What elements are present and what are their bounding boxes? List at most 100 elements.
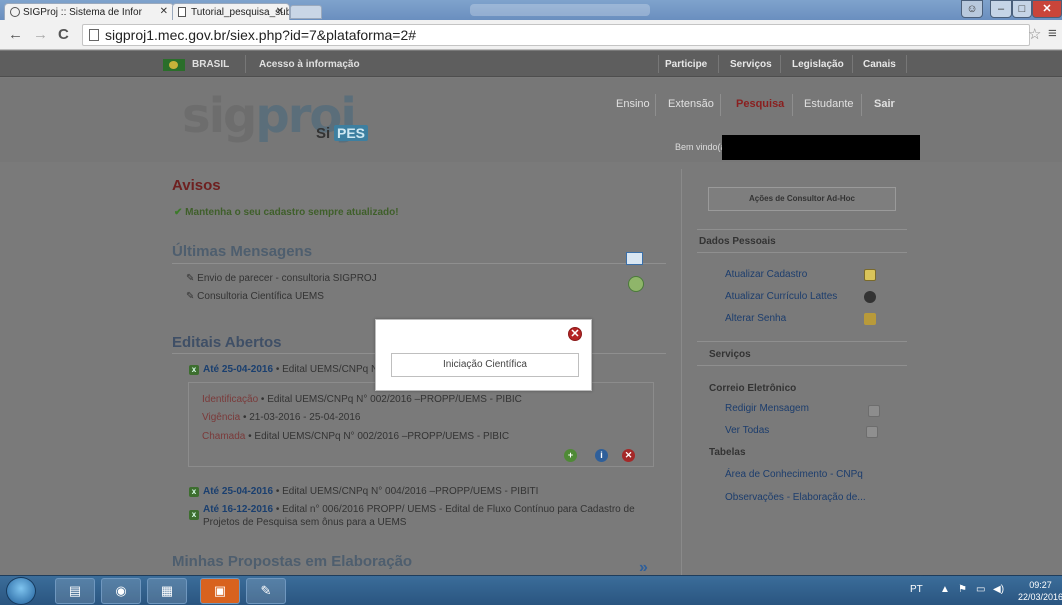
delete-icon[interactable]: ✕ bbox=[622, 449, 635, 462]
brasil-link[interactable]: BRASIL bbox=[192, 59, 229, 70]
flag-tray-icon[interactable]: ⚑ bbox=[958, 584, 967, 595]
mensagem-item[interactable]: ✎ Envio de parecer - consultoria SIGPROJ bbox=[186, 273, 377, 284]
gov-link-legislacao[interactable]: Legislação bbox=[792, 59, 844, 70]
bookmark-star-icon[interactable]: ☆ bbox=[1028, 25, 1041, 43]
browser-tab-bar: SIGProj :: Sistema de Infor ✕ Tutorial_p… bbox=[0, 0, 1062, 20]
clock[interactable]: 09:27 22/03/2016 bbox=[1018, 579, 1062, 603]
atualizar-lattes-link[interactable]: Atualizar Currículo Lattes bbox=[725, 291, 837, 302]
nav-ensino[interactable]: Ensino bbox=[616, 98, 650, 110]
tab-sigproj[interactable]: SIGProj :: Sistema de Infor ✕ bbox=[4, 3, 174, 20]
aviso-item: ✔ Mantenha o seu cadastro sempre atualiz… bbox=[174, 207, 399, 218]
cham-value: • Edital UEMS/CNPq N° 002/2016 –PROPP/UE… bbox=[245, 431, 510, 442]
mensagem-text: Consultoria Científica UEMS bbox=[197, 291, 324, 302]
envelope-icon[interactable] bbox=[866, 426, 878, 438]
id-card-icon[interactable] bbox=[864, 269, 876, 281]
edital-text: • Edital UEMS/CNPq N° 004/2016 –PROPP/UE… bbox=[273, 486, 539, 497]
info-icon[interactable]: i bbox=[595, 449, 608, 462]
excel-icon[interactable]: x bbox=[189, 510, 199, 520]
nav-estudante[interactable]: Estudante bbox=[804, 98, 854, 110]
user-icon[interactable]: ☺ bbox=[961, 0, 983, 18]
divider bbox=[697, 252, 907, 253]
close-tab-icon[interactable]: ✕ bbox=[160, 6, 168, 17]
network-icon[interactable]: ▭ bbox=[976, 584, 985, 595]
language-indicator[interactable]: PT bbox=[910, 584, 923, 595]
start-button-icon[interactable] bbox=[6, 577, 36, 605]
page-icon bbox=[89, 29, 99, 41]
servicos-title: Serviços bbox=[709, 349, 751, 360]
correio-title: Correio Eletrônico bbox=[709, 383, 797, 394]
avisos-title: Avisos bbox=[172, 177, 221, 194]
divider bbox=[861, 94, 862, 116]
mensagem-item[interactable]: ✎ Consultoria Científica UEMS bbox=[186, 291, 324, 302]
ver-todas-link[interactable]: Ver Todas bbox=[725, 425, 769, 436]
acesso-link[interactable]: Acesso à informação bbox=[259, 59, 360, 70]
divider bbox=[697, 365, 907, 366]
vig-label: Vigência bbox=[202, 412, 241, 423]
explorer-icon[interactable]: ▤ bbox=[55, 578, 95, 604]
selection-modal: ✕ Iniciação Científica bbox=[375, 319, 592, 391]
close-tab-icon[interactable]: ✕ bbox=[276, 6, 284, 17]
minimize-button[interactable]: ‒ bbox=[990, 0, 1012, 18]
compose-icon[interactable] bbox=[868, 405, 880, 417]
divider bbox=[720, 94, 721, 116]
gov-link-servicos[interactable]: Serviços bbox=[730, 59, 772, 70]
divider bbox=[852, 55, 853, 73]
gov-link-participe[interactable]: Participe bbox=[665, 59, 707, 70]
reload-icon[interactable]: C bbox=[58, 26, 69, 43]
vig-value: • 21-03-2016 - 25-04-2016 bbox=[240, 412, 361, 423]
refresh-messages-icon[interactable] bbox=[628, 276, 644, 292]
pdf-icon[interactable]: ▣ bbox=[200, 578, 240, 604]
iniciacao-cientifica-button[interactable]: Iniciação Científica bbox=[391, 353, 579, 377]
divider bbox=[780, 55, 781, 73]
document-app-icon[interactable]: ▦ bbox=[147, 578, 187, 604]
atualizar-cadastro-link[interactable]: Atualizar Cadastro bbox=[725, 269, 807, 280]
close-modal-icon[interactable]: ✕ bbox=[568, 327, 582, 341]
edital-item[interactable]: Até 16-12-2016 • Edital n° 006/2016 PROP… bbox=[203, 504, 635, 515]
double-chevron-right-icon[interactable]: » bbox=[639, 559, 648, 575]
edital-deadline: Até 25-04-2016 bbox=[203, 486, 274, 497]
checkmark-icon: ✔ bbox=[174, 207, 183, 218]
nav-pesquisa[interactable]: Pesquisa bbox=[736, 98, 784, 110]
divider bbox=[906, 55, 907, 73]
edital-item[interactable]: Até 25-04-2016 • Edital UEMS/CNPq N° 004… bbox=[203, 486, 538, 497]
add-proposal-icon[interactable]: + bbox=[564, 449, 577, 462]
volume-icon[interactable]: ◀) bbox=[993, 584, 1004, 595]
menu-icon[interactable]: ≡ bbox=[1048, 25, 1057, 42]
back-arrow-icon[interactable]: ← bbox=[8, 26, 23, 43]
lattes-icon[interactable] bbox=[864, 291, 876, 303]
forward-arrow-icon[interactable]: → bbox=[33, 26, 48, 43]
gov-bar: BRASIL Acesso à informação Participe Ser… bbox=[0, 51, 1062, 77]
edital-deadline: Até 16-12-2016 bbox=[203, 504, 274, 515]
paint-icon[interactable]: ✎ bbox=[246, 578, 286, 604]
propostas-title: Minhas Propostas em Elaboração bbox=[172, 553, 413, 570]
observacoes-link[interactable]: Observações - Elaboração de... bbox=[725, 492, 866, 503]
close-window-button[interactable]: ✕ bbox=[1032, 0, 1062, 18]
nav-extensao[interactable]: Extensão bbox=[668, 98, 714, 110]
gov-link-canais[interactable]: Canais bbox=[863, 59, 896, 70]
editais-title: Editais Abertos bbox=[172, 334, 282, 351]
windows-taskbar: ▤ ◉ ▦ ▣ ✎ PT ▲ ⚑ ▭ ◀) 09:27 22/03/2016 bbox=[0, 575, 1062, 605]
redacted-username bbox=[722, 135, 920, 160]
cham-label: Chamada bbox=[202, 431, 246, 442]
excel-icon[interactable]: x bbox=[189, 487, 199, 497]
divider bbox=[172, 263, 666, 264]
address-bar[interactable]: sigproj1.mec.gov.br/siex.php?id=7&plataf… bbox=[82, 24, 1030, 46]
mail-icon[interactable] bbox=[626, 252, 643, 265]
redigir-mensagem-link[interactable]: Redigir Mensagem bbox=[725, 403, 809, 414]
nav-sair[interactable]: Sair bbox=[874, 98, 895, 110]
tab-tutorial[interactable]: Tutorial_pesquisa_submi ✕ bbox=[172, 3, 290, 20]
area-conhecimento-link[interactable]: Área de Conhecimento - CNPq bbox=[725, 469, 863, 480]
consultor-button[interactable]: Ações de Consultor Ad-Hoc bbox=[708, 187, 896, 211]
divider bbox=[658, 55, 659, 73]
excel-icon[interactable]: x bbox=[189, 365, 199, 375]
tray-arrow-icon[interactable]: ▲ bbox=[940, 584, 950, 595]
key-icon[interactable] bbox=[864, 313, 876, 325]
maximize-button[interactable]: □ bbox=[1012, 0, 1032, 18]
detail-chamada: Chamada • Edital UEMS/CNPq N° 002/2016 –… bbox=[202, 431, 509, 442]
new-tab-button[interactable] bbox=[290, 5, 322, 19]
chrome-icon[interactable]: ◉ bbox=[101, 578, 141, 604]
clock-date: 22/03/2016 bbox=[1018, 592, 1062, 602]
url-text: sigproj1.mec.gov.br/siex.php?id=7&plataf… bbox=[105, 27, 417, 43]
brazil-flag-icon bbox=[163, 59, 185, 71]
alterar-senha-link[interactable]: Alterar Senha bbox=[725, 313, 786, 324]
